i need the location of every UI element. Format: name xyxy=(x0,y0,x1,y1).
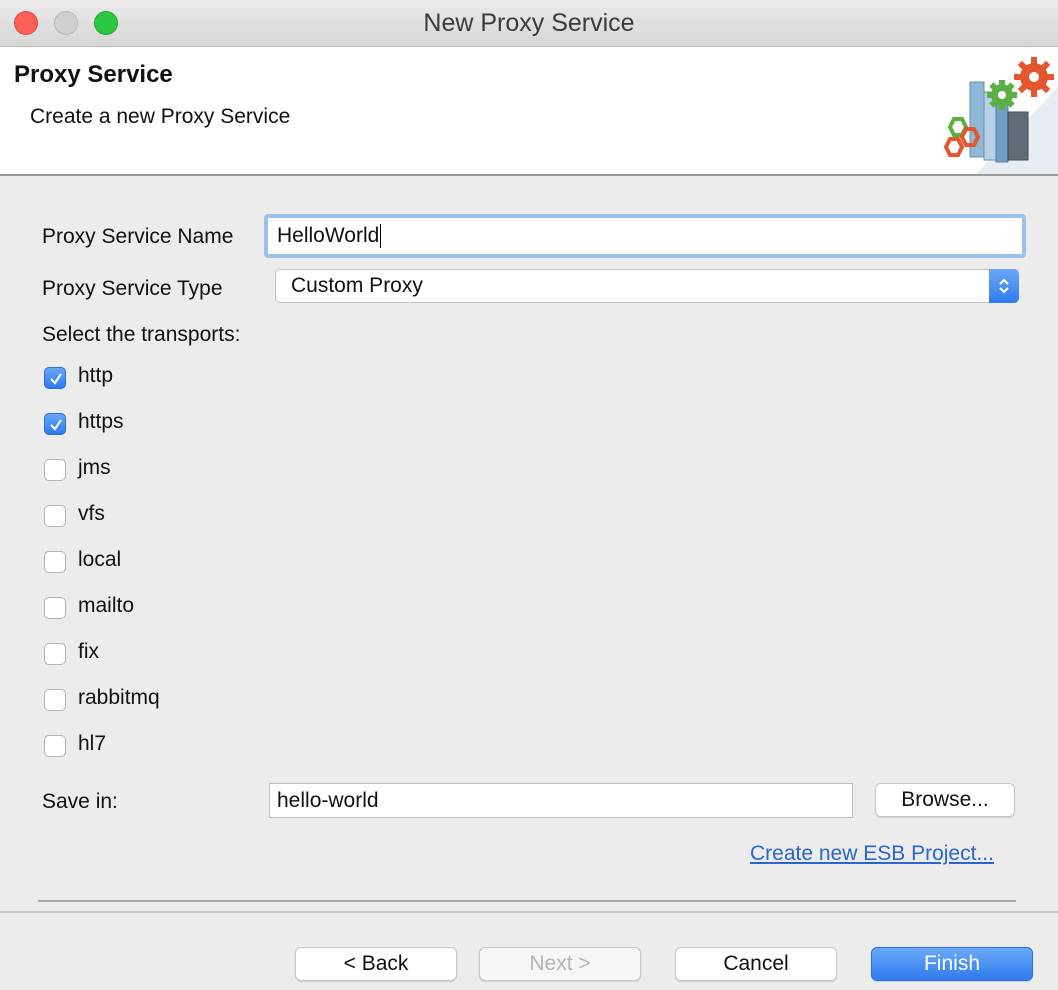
proxy-name-value: HelloWorld xyxy=(277,224,380,247)
footer-divider xyxy=(0,911,1058,913)
next-button[interactable]: Next > xyxy=(479,947,641,981)
save-in-input[interactable]: hello-world xyxy=(269,783,853,818)
transport-label: https xyxy=(78,410,124,433)
transport-label: local xyxy=(78,548,122,571)
transport-label: fix xyxy=(78,640,99,663)
checkbox-unchecked[interactable] xyxy=(44,643,66,665)
create-esb-project-link[interactable]: Create new ESB Project... xyxy=(750,842,994,866)
checkbox-unchecked[interactable] xyxy=(44,459,66,481)
proxy-type-value: Custom Proxy xyxy=(291,274,423,297)
page-title: Proxy Service xyxy=(14,61,173,88)
transports-label: Select the transports: xyxy=(42,323,241,346)
page-description: Create a new Proxy Service xyxy=(30,105,291,128)
cancel-button[interactable]: Cancel xyxy=(675,947,837,981)
proxy-type-label: Proxy Service Type xyxy=(42,277,223,300)
browse-button[interactable]: Browse... xyxy=(875,783,1015,817)
proxy-name-label: Proxy Service Name xyxy=(42,225,234,248)
checkbox-checked[interactable] xyxy=(44,413,66,435)
divider xyxy=(38,900,1016,902)
transport-label: jms xyxy=(78,456,111,479)
transport-label: mailto xyxy=(78,594,135,617)
checkbox-checked[interactable] xyxy=(44,367,66,389)
proxy-service-wizard-icon xyxy=(943,57,1058,174)
checkbox-unchecked[interactable] xyxy=(44,597,66,619)
finish-button[interactable]: Finish xyxy=(871,947,1033,981)
proxy-type-select[interactable]: Custom Proxy xyxy=(275,269,1019,303)
transport-label: hl7 xyxy=(78,732,107,755)
transport-label: vfs xyxy=(78,502,105,525)
transport-label: rabbitmq xyxy=(78,686,160,709)
wizard-banner: Proxy Service Create a new Proxy Service xyxy=(0,47,1058,176)
proxy-name-input[interactable]: HelloWorld xyxy=(264,214,1026,258)
checkbox-unchecked[interactable] xyxy=(44,735,66,757)
select-chevrons-icon[interactable] xyxy=(989,269,1019,303)
checkbox-unchecked[interactable] xyxy=(44,505,66,527)
title-bar: New Proxy Service xyxy=(0,0,1058,47)
text-caret xyxy=(380,224,382,249)
checkbox-unchecked[interactable] xyxy=(44,551,66,573)
window-title: New Proxy Service xyxy=(423,9,635,37)
back-button[interactable]: < Back xyxy=(295,947,457,981)
transport-label: http xyxy=(78,364,114,387)
checkbox-unchecked[interactable] xyxy=(44,689,66,711)
save-in-label: Save in: xyxy=(42,790,118,813)
